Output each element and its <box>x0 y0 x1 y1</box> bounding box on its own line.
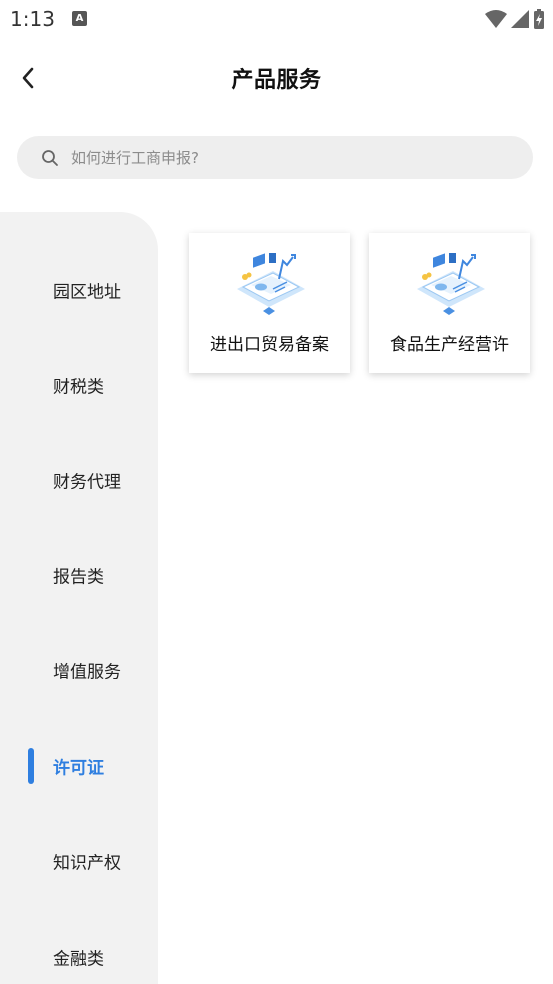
product-card[interactable]: 进出口贸易备案 <box>189 233 350 373</box>
sidebar-item-label: 财务代理 <box>53 472 121 492</box>
sidebar-item-label: 财税类 <box>53 377 104 397</box>
product-title: 食品生产经营许 <box>390 335 509 355</box>
sidebar-item-reports[interactable]: 报告类 <box>0 527 158 622</box>
sidebar-item-label: 报告类 <box>53 567 104 587</box>
sidebar-item-finance[interactable]: 金融类 <box>0 909 158 984</box>
status-time: 1:13 <box>10 7 55 31</box>
sidebar-item-label: 金融类 <box>53 949 104 969</box>
search-input[interactable] <box>71 148 471 167</box>
search-icon <box>41 149 59 167</box>
sidebar-item-finance-tax[interactable]: 财税类 <box>0 337 158 432</box>
sidebar-item-label: 园区地址 <box>53 282 121 302</box>
header: 产品服务 <box>0 40 553 116</box>
signal-icon <box>511 10 529 28</box>
sidebar-item-label: 知识产权 <box>53 853 121 873</box>
wifi-icon <box>485 10 507 28</box>
status-bar: 1:13 A <box>0 0 553 40</box>
sidebar-item-park-address[interactable]: 园区地址 <box>0 242 158 337</box>
sidebar-item-label: 增值服务 <box>53 662 121 682</box>
sidebar-item-value-added[interactable]: 增值服务 <box>0 622 158 717</box>
notification-icon: A <box>72 11 87 26</box>
business-document-icon <box>417 253 485 315</box>
page-title: 产品服务 <box>231 68 322 93</box>
business-document-icon <box>237 253 305 315</box>
sidebar-item-label: 许可证 <box>53 758 104 778</box>
sidebar-item-licenses[interactable]: 许可证 <box>0 718 158 813</box>
sidebar-item-intellectual-property[interactable]: 知识产权 <box>0 813 158 908</box>
active-indicator <box>28 747 34 784</box>
category-sidebar: 园区地址 财税类 财务代理 报告类 增值服务 许可证 知识产权 金融类 <box>0 212 158 984</box>
status-icons <box>485 8 545 30</box>
sidebar-item-accounting-agency[interactable]: 财务代理 <box>0 432 158 527</box>
product-card[interactable]: 食品生产经营许 <box>369 233 530 373</box>
product-title: 进出口贸易备案 <box>210 335 329 355</box>
search-bar[interactable] <box>17 136 533 179</box>
battery-icon <box>534 9 544 29</box>
